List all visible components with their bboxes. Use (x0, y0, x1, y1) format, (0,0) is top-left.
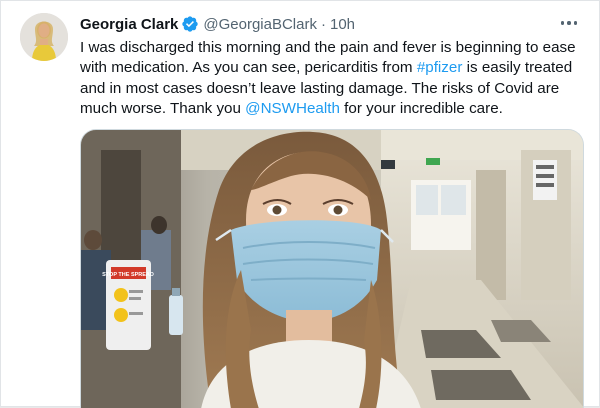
selfie-photo-icon: STOP THE SPREAD (81, 130, 583, 408)
separator-dot: · (320, 15, 326, 33)
mention-link[interactable]: @NSWHealth (245, 100, 340, 117)
tweet-timestamp[interactable]: 10h (330, 16, 355, 33)
profile-photo-icon (20, 13, 68, 61)
more-options-icon (560, 21, 565, 25)
author-name[interactable]: Georgia Clark (80, 16, 178, 33)
sign-text: STOP THE SPREAD (102, 272, 154, 278)
tweet-media-photo[interactable]: STOP THE SPREAD (80, 129, 584, 408)
tweet-text: I was discharged this morning and the pa… (80, 38, 585, 120)
tweet-card[interactable]: Georgia Clark @GeorgiaBClark · 10h I was… (0, 0, 600, 408)
author-avatar[interactable] (20, 13, 68, 61)
tweet-text-part: for your incredible care. (339, 100, 503, 118)
more-options-button[interactable] (557, 13, 581, 33)
tweet-header: Georgia Clark @GeorgiaBClark · 10h (80, 14, 355, 34)
author-handle[interactable]: @GeorgiaBClark (203, 16, 317, 33)
verified-badge-icon (182, 16, 199, 32)
hashtag-link[interactable]: #pfizer (417, 59, 463, 76)
